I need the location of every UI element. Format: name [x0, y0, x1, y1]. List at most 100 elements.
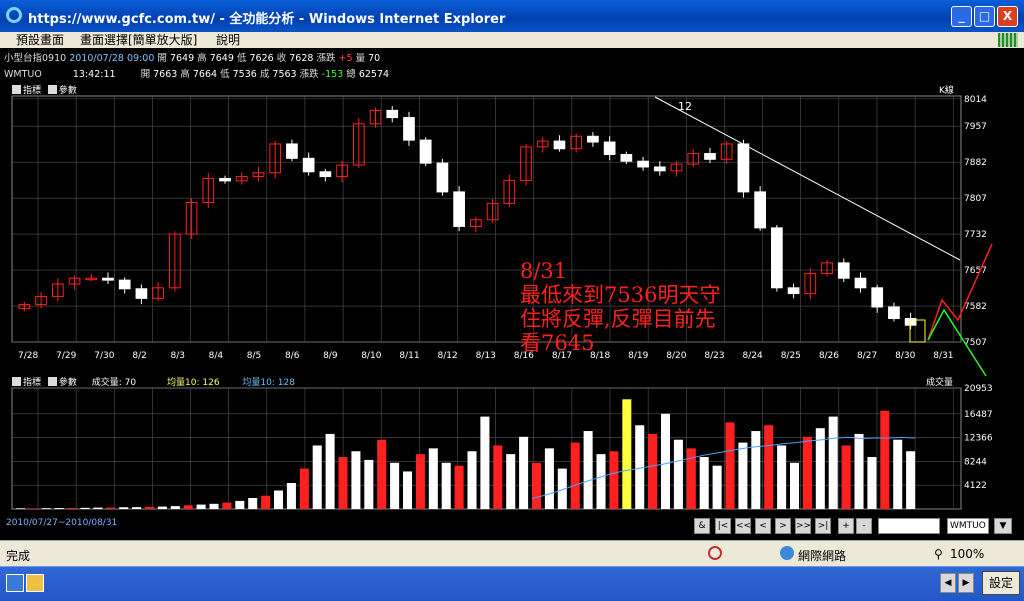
- candle-body: [587, 135, 599, 143]
- privacy-icon[interactable]: [708, 546, 722, 560]
- volume-bar: [428, 448, 438, 509]
- scroll-left-icon[interactable]: ◀: [940, 573, 956, 593]
- candle-body: [854, 277, 867, 289]
- volume-bar: [467, 451, 477, 509]
- volume-bar: [609, 451, 619, 509]
- menu-screen-select[interactable]: 畫面選擇[簡單放大版]: [80, 32, 197, 48]
- zone-text: 網際網路: [798, 549, 847, 563]
- candle-body: [771, 227, 783, 289]
- volume-bar: [583, 431, 593, 509]
- x-tick-label: 8/25: [781, 351, 801, 361]
- volume-bar: [738, 442, 748, 509]
- nav-button-forward[interactable]: >: [775, 518, 791, 534]
- volume-bar: [493, 445, 503, 509]
- candle-body: [737, 143, 750, 193]
- candle-body: [419, 139, 432, 164]
- volume-bar: [790, 462, 800, 509]
- zoom-out-button[interactable]: -: [856, 518, 872, 534]
- x-tick-label: 8/9: [323, 351, 338, 361]
- volume-bar: [41, 508, 51, 509]
- candle-body: [118, 279, 131, 290]
- volume-bar: [286, 483, 296, 509]
- ie-logo-icon: [6, 7, 22, 23]
- volume-bar: [519, 436, 529, 509]
- volume-bar: [28, 508, 38, 509]
- zoom-level[interactable]: 100%: [950, 547, 984, 561]
- chart-nav-bar: 2010/07/27~2010/08/31 & |< << < > >> >| …: [0, 512, 1024, 538]
- volume-bar: [828, 416, 838, 509]
- candle-body: [787, 287, 800, 295]
- analysis-annotation: 8/31: [520, 259, 567, 283]
- status-text: 完成: [6, 549, 31, 563]
- volume-bar: [403, 471, 413, 509]
- close-button[interactable]: X: [997, 6, 1018, 27]
- price-tick-label: 8014: [964, 95, 987, 105]
- volume-bar: [415, 454, 425, 509]
- settings-button[interactable]: 設定: [982, 571, 1020, 595]
- price-plot-frame: [11, 95, 962, 343]
- price-tick-label: 7657: [964, 266, 987, 276]
- nav-button-fast-forward[interactable]: >>: [795, 518, 811, 534]
- nav-button-amp[interactable]: &: [694, 518, 710, 534]
- volume-bar: [390, 462, 400, 509]
- volume-bar: [80, 507, 90, 509]
- zoom-icon[interactable]: ⚲: [934, 547, 943, 561]
- window-titlebar: https://www.gcfc.com.tw/ - 全功能分析 - Windo…: [0, 0, 1024, 32]
- volume-bar: [893, 439, 903, 509]
- date-range: 2010/07/27~2010/08/31: [6, 518, 118, 528]
- volume-bar: [325, 433, 335, 509]
- volume-bar: [841, 445, 851, 509]
- nav-button-first[interactable]: |<: [715, 518, 731, 534]
- x-tick-label: 8/4: [209, 351, 224, 361]
- projection-up-line: [927, 243, 993, 341]
- x-tick-label: 7/28: [18, 351, 38, 361]
- zoom-in-button[interactable]: +: [838, 518, 854, 534]
- scroll-right-icon[interactable]: ▶: [958, 573, 974, 593]
- minimize-button[interactable]: _: [951, 6, 972, 27]
- candle-body: [620, 154, 633, 162]
- candle-body: [871, 287, 884, 308]
- volume-tick-label: 12366: [964, 434, 993, 444]
- folder-icon[interactable]: [26, 574, 44, 592]
- x-tick-label: 8/19: [628, 351, 648, 361]
- volume-bar: [635, 425, 645, 509]
- dropdown-arrow-icon[interactable]: ▼: [994, 518, 1012, 534]
- volume-bar: [93, 507, 103, 509]
- volume-bar: [751, 431, 761, 509]
- x-tick-label: 8/23: [704, 351, 724, 361]
- price-tick-label: 7957: [964, 122, 987, 132]
- volume-bar: [119, 507, 129, 509]
- volume-bar: [454, 465, 464, 509]
- volume-bar: [854, 433, 864, 509]
- peak-label: 12: [678, 100, 692, 113]
- x-tick-label: 8/6: [285, 351, 300, 361]
- nav-button-last[interactable]: >|: [815, 518, 831, 534]
- nav-button-back[interactable]: <: [755, 518, 771, 534]
- period-select[interactable]: [878, 518, 940, 534]
- signal-grip-icon: [998, 33, 1018, 47]
- x-tick-label: 8/13: [476, 351, 496, 361]
- volume-bar: [196, 504, 206, 509]
- volume-bar: [299, 468, 309, 509]
- menu-help[interactable]: 說明: [216, 32, 240, 48]
- show-desktop-icon[interactable]: [6, 574, 24, 592]
- menu-default-screen[interactable]: 預設畫面: [16, 32, 64, 48]
- maximize-button[interactable]: □: [974, 6, 995, 27]
- nav-button-fast-back[interactable]: <<: [735, 518, 751, 534]
- volume-bar: [480, 416, 490, 509]
- menu-bar: 預設畫面 畫面選擇[簡單放大版] 說明: [0, 32, 1024, 48]
- volume-bar: [725, 422, 735, 509]
- candle-body: [453, 191, 465, 227]
- candle-body: [637, 160, 649, 168]
- volume-bar: [183, 505, 193, 509]
- x-tick-label: 8/31: [933, 351, 953, 361]
- symbol-input[interactable]: WMTUO: [947, 518, 989, 534]
- x-tick-label: 8/3: [171, 351, 185, 361]
- candle-body: [286, 143, 298, 159]
- volume-bar: [235, 500, 245, 509]
- volume-bar: [712, 465, 722, 509]
- volume-bar: [661, 413, 671, 509]
- volume-bar: [222, 502, 232, 509]
- volume-bar: [777, 445, 787, 509]
- x-tick-label: 8/26: [819, 351, 839, 361]
